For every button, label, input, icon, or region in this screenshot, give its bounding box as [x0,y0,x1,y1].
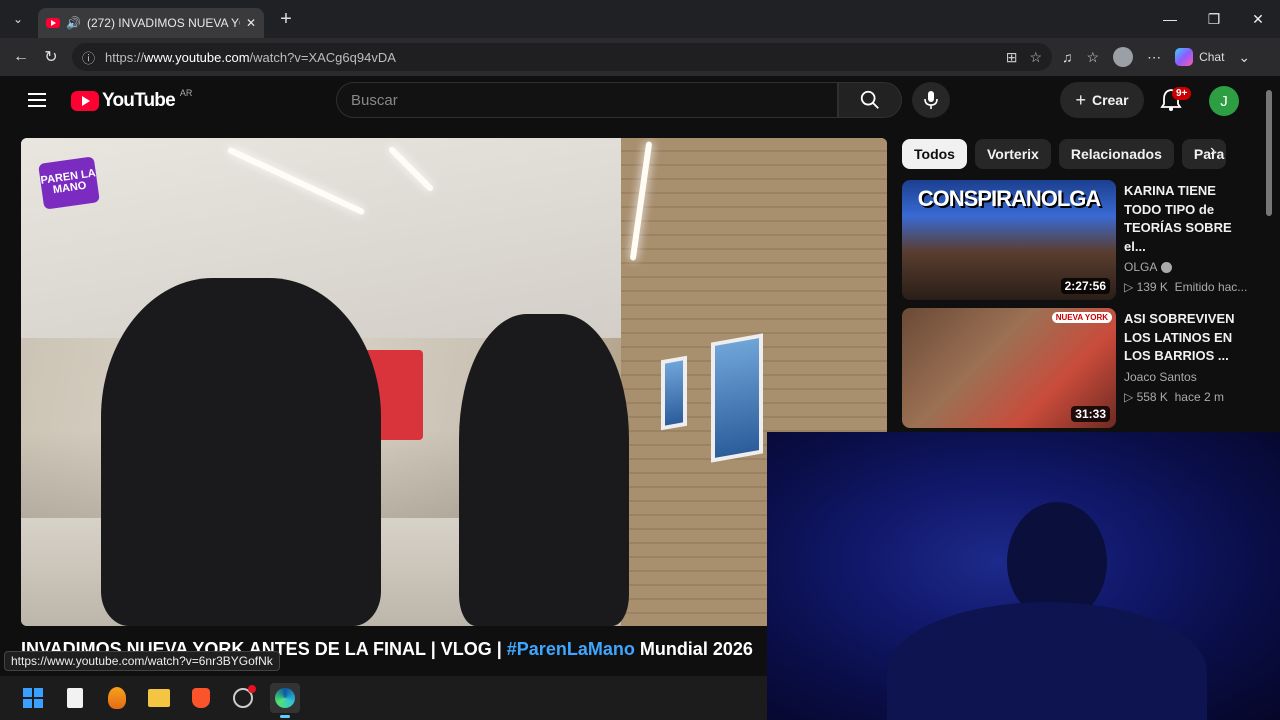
avatar[interactable]: J [1209,86,1239,116]
address-bar[interactable]: ⓘ https://www.youtube.com/watch?v=XACg6q… [72,43,1052,71]
copilot-chat-button[interactable]: Chat [1175,48,1224,66]
media-control-icon[interactable]: ♫ [1062,49,1073,65]
search-input[interactable]: Buscar [336,82,838,118]
site-info-icon[interactable]: ⓘ [82,48,95,67]
recommendation-item[interactable]: CONSPIRANOLGA 2:27:56 KARINA TIENE TODO … [902,180,1262,302]
plus-icon: + [1075,89,1086,110]
file-icon[interactable] [60,683,90,713]
wall-photo [661,355,687,431]
youtube-favicon-icon [46,18,60,28]
voice-search-button[interactable] [912,82,950,118]
maximize-button[interactable]: ❐ [1192,0,1236,38]
file-explorer-icon[interactable] [144,683,174,713]
speaker-icon[interactable]: 🔊 [66,16,81,30]
verified-icon [1161,261,1173,273]
recommendation-item[interactable]: NUEVA YORK 31:33 ASI SOBREVIVEN LOS LATI… [902,308,1262,430]
video-duration: 31:33 [1071,406,1110,422]
youtube-wordmark: YouTube [102,90,176,111]
search-placeholder: Buscar [351,91,398,109]
filter-chips: Todos Vorterix Relacionados Para [902,138,1226,170]
search-button[interactable] [838,82,902,118]
youtube-play-icon [71,91,99,111]
youtube-logo[interactable]: YouTube AR [71,88,193,112]
favorites-icon[interactable]: ☆ [1087,49,1100,66]
create-label: Crear [1091,92,1129,108]
search-icon [860,90,879,109]
page-scrollbar[interactable] [1266,90,1272,216]
chevron-right-icon[interactable]: › [1210,142,1215,160]
windows-start-icon[interactable] [18,683,48,713]
reload-button[interactable]: ↻ [36,42,66,72]
youtube-masthead: YouTube AR Buscar + Crear 9+ J [4,76,1280,216]
windows-taskbar [0,676,767,720]
recommendation-title[interactable]: ASI SOBREVIVEN LOS LATINOS EN LOS BARRIO… [1124,310,1254,366]
video-meta: ▷ 139 K Emitido hac... [1124,280,1248,294]
menu-hamburger-icon[interactable] [28,93,46,107]
video-meta: ▷ 558 K hace 2 m [1124,389,1224,404]
create-button[interactable]: + Crear [1060,82,1144,118]
edge-icon[interactable] [270,683,300,718]
microphone-icon [924,91,938,109]
browser-toolbar: ← ↻ ⓘ https://www.youtube.com/watch?v=XA… [0,38,1280,76]
wall-photo [711,333,763,463]
thumbnail-text: CONSPIRANOLGA [917,186,1102,211]
chevron-down-icon[interactable]: ⌄ [1238,49,1250,66]
country-code: AR [179,88,193,98]
person-silhouette [459,314,629,626]
brave-icon[interactable] [186,683,216,713]
tab-title: (272) INVADIMOS NUEVA YOR [86,16,240,30]
obs-icon[interactable] [228,683,258,713]
video-thumbnail[interactable]: CONSPIRANOLGA 2:27:56 [902,180,1116,300]
close-window-button[interactable]: ✕ [1236,0,1280,38]
more-options-icon[interactable]: ⋯ [1147,49,1161,66]
new-tab-button[interactable]: + [272,8,300,31]
chat-label: Chat [1199,50,1225,64]
chip-para[interactable]: Para [1181,139,1226,169]
hashtag-link[interactable]: #ParenLaMano [507,639,635,659]
recommendation-title[interactable]: KARINA TIENE TODO TIPO de TEORÍAS SOBRE … [1124,182,1254,256]
favorite-star-icon[interactable]: ☆ [1029,49,1042,66]
video-thumbnail[interactable]: NUEVA YORK 31:33 [902,308,1116,428]
profile-icon[interactable] [1113,47,1134,67]
video-duration: 2:27:56 [1060,278,1110,294]
webcam-person-body [887,602,1207,720]
channel-name[interactable]: OLGA [1124,260,1254,274]
thumbnail-location-tag: NUEVA YORK [1051,312,1112,323]
browser-tab-bar: ⌄ 🔊 (272) INVADIMOS NUEVA YOR ✕ + — ❐ ✕ [0,0,1280,38]
video-player[interactable]: PAREN LA MANO [21,138,887,626]
chip-todos[interactable]: Todos [902,139,967,169]
back-button[interactable]: ← [6,42,36,72]
app-available-icon[interactable]: ⊞ [1006,49,1018,66]
chip-relacionados[interactable]: Relacionados [1058,139,1174,169]
channel-name[interactable]: Joaco Santos [1124,370,1254,384]
close-tab-icon[interactable]: ✕ [246,16,256,30]
notification-badge: 9+ [1172,87,1192,100]
copilot-icon [1175,48,1194,66]
url-text: https://www.youtube.com/watch?v=XACg6q94… [105,49,396,65]
tab-actions-menu-icon[interactable]: ⌄ [4,5,32,33]
link-status-tooltip: https://www.youtube.com/watch?v=6nr3BYGo… [4,651,280,671]
minimize-button[interactable]: — [1148,0,1192,38]
fl-studio-icon[interactable] [102,683,132,713]
webcam-overlay [767,432,1280,720]
channel-watermark-logo: PAREN LA MANO [38,156,100,210]
person-silhouette [101,278,381,626]
browser-tab[interactable]: 🔊 (272) INVADIMOS NUEVA YOR ✕ [38,8,264,38]
chip-vorterix[interactable]: Vorterix [974,139,1051,169]
